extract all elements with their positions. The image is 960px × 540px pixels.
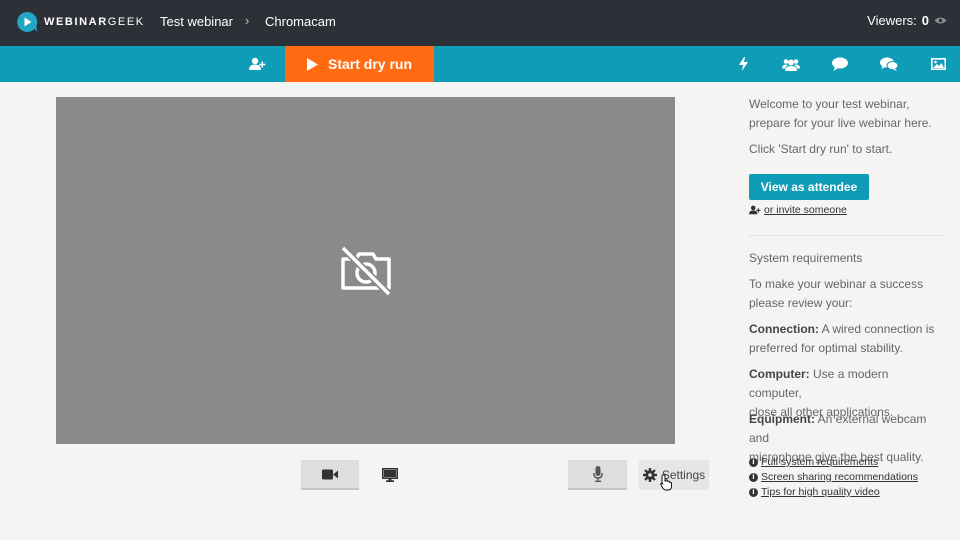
image-icon[interactable]	[923, 46, 953, 82]
breadcrumb-current: Chromacam	[265, 14, 336, 29]
system-requirements-intro: To make your webinar a success please re…	[749, 275, 944, 313]
screen-share-button[interactable]	[361, 460, 419, 490]
camera-off-icon	[340, 245, 391, 296]
add-user-icon[interactable]	[242, 46, 272, 82]
welcome-text: Welcome to your test webinar, prepare fo…	[749, 95, 944, 133]
webinargeek-logo[interactable]: WEBINARGEEK	[16, 11, 145, 33]
eye-icon	[934, 17, 947, 24]
viewers-counter: Viewers: 0	[867, 13, 947, 28]
connection-requirement: Connection: A wired connection is prefer…	[749, 320, 944, 358]
settings-button[interactable]: Settings	[639, 460, 709, 491]
chat-bubbles-icon[interactable]	[874, 46, 904, 82]
screen-sharing-recommendations-link[interactable]: Screen sharing recommendations	[761, 471, 918, 483]
microphone-button[interactable]	[568, 460, 627, 490]
invite-row: or invite someone	[749, 204, 847, 216]
viewers-count: 0	[921, 13, 929, 28]
video-tips-link[interactable]: Tips for high quality video	[761, 486, 880, 498]
welcome-line-2: prepare for your live webinar here.	[749, 116, 932, 130]
lightning-icon[interactable]	[728, 46, 758, 82]
full-requirements-row: i Full system requirements	[749, 456, 878, 468]
start-hint: Click 'Start dry run' to start.	[749, 142, 893, 156]
intro-line-1: To make your webinar a success	[749, 277, 924, 291]
connection-label: Connection:	[749, 322, 819, 336]
breadcrumb-webinar[interactable]: Test webinar	[160, 14, 233, 29]
gear-icon	[642, 468, 657, 482]
full-system-requirements-link[interactable]: Full system requirements	[761, 456, 878, 468]
add-user-icon	[749, 205, 761, 215]
equipment-label: Equipment:	[749, 412, 815, 426]
microphone-icon	[592, 466, 603, 482]
intro-line-2: please review your:	[749, 296, 853, 310]
toolbar: Start dry run	[0, 46, 960, 82]
welcome-line-1: Welcome to your test webinar,	[749, 97, 910, 111]
view-as-attendee-button[interactable]: View as attendee	[749, 174, 869, 200]
video-tips-row: i Tips for high quality video	[749, 486, 880, 498]
pointer-cursor-icon	[660, 474, 672, 491]
screen-sharing-row: i Screen sharing recommendations	[749, 471, 918, 483]
info-icon: i	[749, 472, 758, 482]
start-dry-run-button[interactable]: Start dry run	[285, 46, 434, 82]
users-icon[interactable]	[776, 46, 806, 82]
breadcrumb-separator: ›	[245, 13, 250, 28]
video-camera-icon	[322, 469, 338, 479]
video-preview	[56, 97, 675, 444]
system-requirements-title: System requirements	[749, 251, 863, 265]
connection-text-1: A wired connection is	[821, 322, 935, 336]
play-icon	[306, 57, 318, 71]
connection-text-2: preferred for optimal stability.	[749, 341, 903, 355]
info-icon: i	[749, 487, 758, 497]
viewers-label: Viewers:	[867, 13, 917, 28]
info-icon: i	[749, 457, 758, 467]
logo-icon	[17, 11, 38, 32]
computer-label: Computer:	[749, 367, 810, 381]
logo-text: WEBINARGEEK	[44, 16, 145, 28]
camera-source-button[interactable]	[301, 460, 359, 490]
monitor-icon	[382, 468, 398, 482]
top-bar: WEBINARGEEK Test webinar › Chromacam Vie…	[0, 0, 960, 46]
chat-bubble-icon[interactable]	[825, 46, 855, 82]
invite-someone-link[interactable]: or invite someone	[764, 204, 847, 216]
start-dry-run-label: Start dry run	[327, 56, 412, 72]
sidebar-divider	[749, 235, 944, 236]
